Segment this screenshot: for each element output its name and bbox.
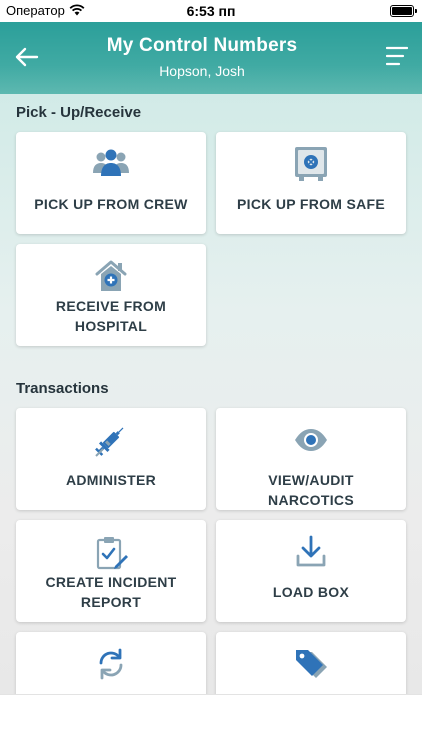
- view-audit-narcotics-button[interactable]: VIEW/AUDIT NARCOTICS: [216, 408, 406, 510]
- page-title: My Control Numbers: [106, 35, 298, 56]
- eye-icon: [295, 429, 327, 451]
- bottom-area: [0, 694, 422, 751]
- create-incident-report-button[interactable]: CREATE INCIDENT REPORT: [16, 520, 206, 622]
- tag-icon: [296, 650, 327, 678]
- tile-label-line-2: REPORT: [80, 594, 142, 610]
- tile-label: RECEIVE FROM HOSPITAL: [24, 296, 198, 336]
- tile-label: CREATE INCIDENT REPORT: [24, 572, 198, 612]
- crew-icon: [93, 149, 129, 176]
- tile-label: LOAD BOX: [272, 584, 350, 600]
- tile-label: PICK UP FROM SAFE: [237, 196, 385, 212]
- refresh-tile-button[interactable]: [16, 632, 206, 694]
- download-icon: [296, 535, 326, 567]
- section-title-pickup: Pick - Up/Receive: [16, 104, 142, 121]
- tile-label-line-2: HOSPITAL: [74, 318, 148, 334]
- top-bar: My Control Numbers Hopson, Josh: [0, 22, 422, 94]
- section-title-transactions: Transactions: [16, 380, 109, 397]
- tile-label-line-1: CREATE INCIDENT: [45, 574, 177, 590]
- tile-label: ADMINISTER: [65, 472, 157, 488]
- clock: 6:53 пп: [186, 3, 236, 19]
- tile-label-line-1: RECEIVE FROM: [55, 298, 167, 314]
- status-bar: Оператор 6:53 пп: [0, 0, 422, 22]
- app-screen: Оператор 6:53 пп My Control Numbers Hops…: [0, 0, 422, 694]
- user-name: Hopson, Josh: [159, 63, 245, 79]
- refresh-icon: [99, 648, 123, 680]
- administer-button[interactable]: ADMINISTER: [16, 408, 206, 510]
- tile-label: VIEW/AUDIT NARCOTICS: [268, 472, 354, 508]
- load-box-button[interactable]: LOAD BOX: [216, 520, 406, 622]
- pick-up-from-crew-button[interactable]: PICK UP FROM CREW: [16, 132, 206, 234]
- clipboard-pen-icon: [96, 537, 128, 570]
- menu-icon[interactable]: [386, 46, 408, 66]
- battery-icon: [390, 5, 417, 17]
- safe-icon: [295, 147, 327, 181]
- hospital-icon: [95, 260, 127, 291]
- tag-tile-button[interactable]: [216, 632, 406, 694]
- pick-up-from-safe-button[interactable]: PICK UP FROM SAFE: [216, 132, 406, 234]
- tile-label: PICK UP FROM CREW: [34, 196, 188, 212]
- receive-from-hospital-button[interactable]: RECEIVE FROM HOSPITAL: [16, 244, 206, 346]
- syringe-icon: [95, 427, 124, 457]
